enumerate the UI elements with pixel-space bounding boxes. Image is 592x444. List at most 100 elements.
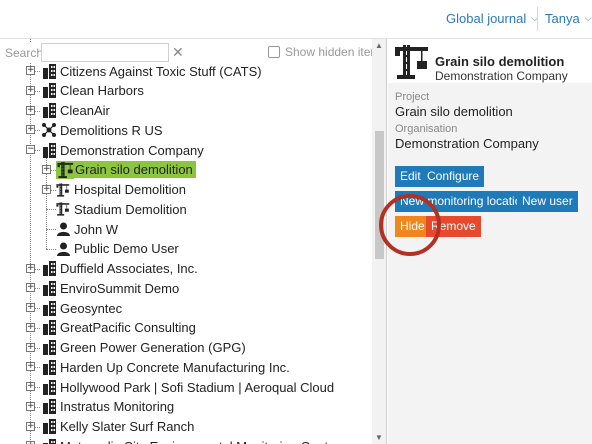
user-icon — [56, 241, 70, 257]
tree-node[interactable]: Grain silo demolition — [56, 160, 196, 180]
expand-toggle[interactable]: + — [26, 263, 35, 273]
tree-node-label: Green Power Generation (GPG) — [60, 340, 246, 355]
tree-node-label: Duffield Associates, Inc. — [60, 261, 198, 276]
configure-button[interactable]: Configure — [422, 166, 485, 187]
tree-node[interactable]: GreatPacific Consulting — [42, 318, 196, 338]
building-icon — [42, 359, 56, 375]
expand-toggle[interactable]: + — [26, 85, 35, 95]
tree-node[interactable]: Hollywood Park | Sofi Stadium | Aeroqual… — [42, 377, 334, 397]
tree-node[interactable]: Kelly Slater Surf Ranch — [42, 417, 194, 437]
tree-node[interactable]: Green Power Generation (GPG) — [42, 338, 246, 358]
tree-node-label: Hollywood Park | Sofi Stadium | Aeroqual… — [60, 379, 335, 395]
clear-search-icon[interactable]: ✕ — [172, 44, 184, 61]
tree-node-label: John W — [74, 221, 119, 237]
tree-node-label: Demolitions R US — [60, 122, 163, 138]
crane-icon — [56, 201, 70, 217]
project-field-label: Project — [395, 91, 430, 103]
tree-node[interactable]: Geosyntec — [42, 298, 122, 318]
tree-node-label: Geosyntec — [60, 300, 123, 316]
building-icon — [42, 103, 56, 119]
tree-node-label: CleanAir — [60, 103, 110, 118]
building-icon — [42, 419, 56, 435]
expand-toggle[interactable]: + — [26, 66, 35, 75]
tree-node[interactable]: Demolitions R US — [42, 120, 163, 140]
tree-node[interactable]: Citizens Against Toxic Stuff (CATS) — [42, 61, 262, 81]
show-hidden-checkbox[interactable] — [268, 46, 280, 58]
detail-subtitle: Demonstration Company — [435, 69, 568, 83]
tree-node[interactable]: Clean Harbors — [42, 81, 144, 101]
detail-title: Grain silo demolition — [435, 54, 565, 69]
expand-toggle[interactable]: + — [42, 164, 51, 174]
tree-node[interactable]: CleanAir — [42, 101, 110, 121]
expand-toggle[interactable]: + — [42, 184, 51, 194]
building-icon — [42, 83, 56, 99]
org-tree: + Citizens Against Toxic Stuff (CATS) + Cle… — [0, 39, 372, 444]
building-icon — [42, 142, 56, 158]
tree-node[interactable]: Stadium Demolition — [56, 199, 187, 219]
tree-node[interactable]: John W — [56, 219, 118, 239]
building-icon — [42, 63, 56, 79]
building-icon — [42, 300, 56, 316]
tree-connector — [46, 229, 56, 230]
chevron-down-icon: ⌵ — [584, 13, 592, 23]
crane-icon — [56, 160, 74, 179]
user-menu[interactable]: Tanya ⌵ — [545, 11, 592, 26]
annotation-circle — [379, 194, 441, 256]
tree-node-label: Kelly Slater Surf Ranch — [60, 419, 195, 434]
tree-node-label: Citizens Against Toxic Stuff (CATS) — [60, 63, 262, 79]
detail-header: Grain silo demolition Demonstration Comp… — [394, 45, 592, 83]
user-icon — [56, 221, 70, 237]
building-icon — [42, 280, 56, 296]
top-bar: Global journal ⌵ Tanya ⌵ — [0, 0, 592, 38]
tree-node-label: Public Demo User — [74, 241, 179, 257]
new-user-button[interactable]: New user — [517, 191, 578, 212]
tree-node[interactable]: Duffield Associates, Inc. — [42, 259, 198, 279]
organisation-field-value: Demonstration Company — [395, 136, 539, 151]
global-journal-menu[interactable]: Global journal ⌵ — [446, 11, 538, 26]
scroll-down-icon[interactable]: ▼ — [375, 433, 383, 442]
tree-node[interactable]: Harden Up Concrete Manufacturing Inc. — [42, 357, 290, 377]
collapse-toggle[interactable]: − — [26, 145, 35, 154]
scroll-up-icon[interactable]: ▲ — [375, 41, 383, 50]
building-icon — [42, 399, 56, 415]
expand-toggle[interactable]: + — [26, 125, 35, 135]
tree-connector — [46, 248, 56, 250]
tree-node[interactable]: Instratus Monitoring — [42, 397, 174, 417]
tree-node[interactable]: Hospital Demolition — [56, 180, 186, 200]
search-label: Search — [5, 46, 44, 60]
tree-node[interactable]: EnviroSummit Demo — [42, 278, 179, 298]
crane-icon — [56, 182, 70, 198]
search-row: Search ✕ Show hidden items — [0, 43, 386, 63]
expand-toggle[interactable]: + — [26, 105, 35, 115]
expand-toggle[interactable]: + — [26, 322, 35, 332]
project-field-value: Grain silo demolition — [395, 104, 513, 119]
tree-node-label: GreatPacific Consulting — [60, 320, 196, 336]
expand-toggle[interactable]: + — [26, 283, 35, 293]
tree-node[interactable]: Metropolis City Environmental Monitoring… — [42, 436, 340, 444]
tree-node-label: Harden Up Concrete Manufacturing Inc. — [60, 359, 290, 375]
expand-toggle[interactable]: + — [26, 421, 35, 431]
network-icon — [42, 122, 56, 138]
detail-body: Project Grain silo demolition Organisati… — [388, 83, 592, 444]
tree-panel: + Citizens Against Toxic Stuff (CATS) + Cle… — [0, 39, 387, 444]
expand-toggle[interactable]: + — [26, 342, 35, 352]
building-icon — [42, 438, 56, 444]
search-input[interactable] — [41, 43, 169, 62]
tree-node-label: Clean Harbors — [60, 83, 144, 99]
menu-divider — [537, 7, 538, 31]
tree-node-label: Stadium Demolition — [74, 201, 187, 217]
tree-connector — [46, 209, 56, 211]
expand-toggle[interactable]: + — [26, 401, 35, 411]
expand-toggle[interactable]: + — [26, 362, 35, 372]
tree-node-label: Metropolis City Environmental Monitoring… — [60, 439, 340, 444]
expand-toggle[interactable]: + — [26, 382, 35, 391]
tree-node-label: Grain silo demolition — [74, 161, 196, 179]
expand-toggle[interactable]: + — [26, 303, 35, 312]
tree-node-label: Hospital Demolition — [74, 182, 186, 197]
tree-node-label: Demonstration Company — [60, 142, 204, 158]
building-icon — [42, 379, 56, 395]
building-icon — [42, 261, 56, 277]
user-name-label: Tanya — [545, 11, 580, 26]
tree-node[interactable]: Demonstration Company — [42, 140, 204, 160]
tree-node[interactable]: Public Demo User — [56, 239, 179, 259]
